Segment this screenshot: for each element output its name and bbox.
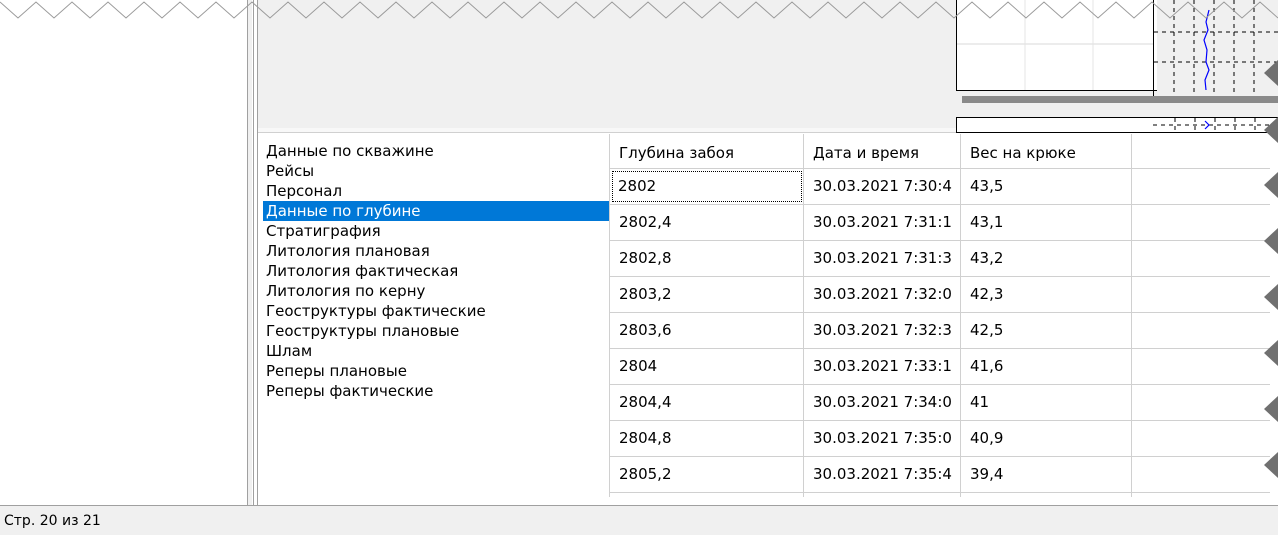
cell-datetime[interactable]: 30.03.2021 7:31:3 [804,241,961,276]
cell-datetime[interactable]: 30.03.2021 7:34:0 [804,385,961,420]
cell-hookload[interactable]: 39,5 [961,493,1132,497]
list-item[interactable]: Литология по керну [263,281,609,301]
cell-datetime[interactable]: 30.03.2021 7:35:0 [804,421,961,456]
table-row[interactable]: 2805,630.03.2021 7:36:339,5 [610,493,1270,497]
list-item[interactable]: Реперы плановые [263,361,609,381]
cell-depth[interactable]: 2803,2 [610,277,804,312]
torn-marker [1264,60,1278,86]
cell-depth[interactable]: 2802,4 [610,205,804,240]
list-item[interactable]: Данные по глубине [263,201,609,221]
list-item[interactable]: Геоструктуры плановые [263,321,609,341]
cell-datetime[interactable]: 30.03.2021 7:33:1 [804,349,961,384]
cell-datetime[interactable]: 30.03.2021 7:31:1 [804,205,961,240]
table-row[interactable]: 2804,4 30.03.2021 7:34:0 41 [610,385,1270,421]
cell-depth[interactable]: 2802 [610,169,804,204]
cell-depth[interactable]: 2805,2 [610,457,804,492]
cell-depth[interactable]: 2804 [610,349,804,384]
list-item[interactable]: Реперы фактические [263,381,609,401]
list-item[interactable]: Литология плановая [263,241,609,261]
cell-depth[interactable]: 2802,8 [610,241,804,276]
cell-depth[interactable]: 2805,6 [610,493,804,497]
cell-hookload[interactable]: 43,2 [961,241,1132,276]
cell-datetime[interactable]: 30.03.2021 7:32:0 [804,277,961,312]
torn-marker [1264,284,1278,310]
table-body: 2802 30.03.2021 7:30:4 43,5 2802,4 30.03.202… [610,169,1270,497]
list-item[interactable]: Данные по скважине [263,141,609,161]
page-indicator: Стр. 20 из 21 [4,513,101,529]
cell-depth[interactable]: 2804,4 [610,385,804,420]
table-row[interactable]: 2804 30.03.2021 7:33:1 41,6 [610,349,1270,385]
cell-hookload[interactable]: 43,1 [961,205,1132,240]
list-item[interactable]: Рейсы [263,161,609,181]
cell-hookload[interactable]: 39,4 [961,457,1132,492]
cell-datetime[interactable]: 30.03.2021 7:36:3 [804,493,961,497]
status-bar: Стр. 20 из 21 [0,505,1278,535]
torn-marker [1264,228,1278,254]
list-item[interactable]: Стратиграфия [263,221,609,241]
table-row[interactable]: 2803,6 30.03.2021 7:32:3 42,5 [610,313,1270,349]
torn-edge [0,1,1278,19]
chart-shadow [962,96,1278,103]
cell-hookload[interactable]: 42,3 [961,277,1132,312]
cell-datetime[interactable]: 30.03.2021 7:30:4 [804,169,961,204]
torn-marker [1264,452,1278,478]
torn-marker [1264,340,1278,366]
list-item[interactable]: Литология фактическая [263,261,609,281]
table-row[interactable]: 2802,4 30.03.2021 7:31:1 43,1 [610,205,1270,241]
column-header-datetime[interactable]: Дата и время [804,134,961,168]
cell-hookload[interactable]: 42,5 [961,313,1132,348]
column-header-depth[interactable]: Глубина забоя [610,134,804,168]
table-row[interactable]: 2803,2 30.03.2021 7:32:0 42,3 [610,277,1270,313]
well-sections-list[interactable]: Данные по скважине Рейсы Персонал Данные по… [263,141,609,401]
list-item[interactable]: Геоструктуры фактические [263,301,609,321]
table-row[interactable]: 2802,8 30.03.2021 7:31:3 43,2 [610,241,1270,277]
cell-hookload[interactable]: 43,5 [961,169,1132,204]
list-item[interactable]: Шлам [263,341,609,361]
cell-hookload[interactable]: 41 [961,385,1132,420]
cell-hookload[interactable]: 41,6 [961,349,1132,384]
cell-datetime[interactable]: 30.03.2021 7:32:3 [804,313,961,348]
torn-marker [1264,117,1278,143]
torn-marker [1264,396,1278,422]
depth-strip [956,117,1278,133]
left-pane [0,0,247,505]
table-header-row: Глубина забоя Дата и время Вес на крюке [610,134,1270,169]
list-item[interactable]: Персонал [263,181,609,201]
torn-marker [1264,172,1278,198]
cell-datetime[interactable]: 30.03.2021 7:35:4 [804,457,961,492]
splitter[interactable] [247,0,252,505]
cell-depth[interactable]: 2804,8 [610,421,804,456]
table-row[interactable]: 2802 30.03.2021 7:30:4 43,5 [610,169,1270,205]
table-row[interactable]: 2804,8 30.03.2021 7:35:0 40,9 [610,421,1270,457]
cell-hookload[interactable]: 40,9 [961,421,1132,456]
depth-data-table: Глубина забоя Дата и время Вес на крюке … [609,134,1270,497]
column-header-hookload[interactable]: Вес на крюке [961,134,1132,168]
cell-depth[interactable]: 2803,6 [610,313,804,348]
table-row[interactable]: 2805,2 30.03.2021 7:35:4 39,4 [610,457,1270,493]
